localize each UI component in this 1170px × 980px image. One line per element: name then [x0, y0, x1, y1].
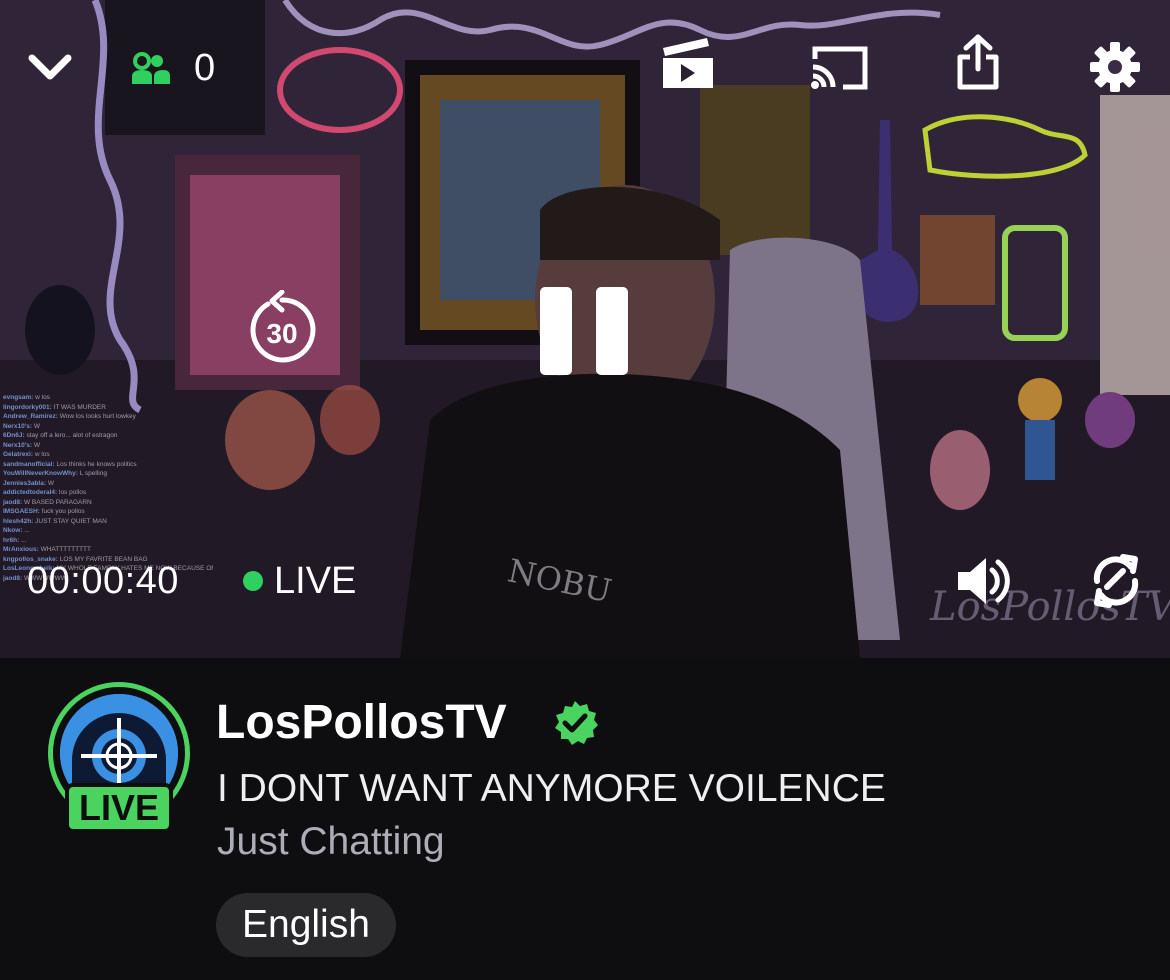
cast-icon — [811, 46, 868, 90]
chat-message: WHATTTTTTTTT — [40, 546, 91, 553]
chat-message: W — [33, 422, 40, 430]
viewer-count: 0 — [194, 47, 216, 89]
chat-line: Jennies3abla: W — [3, 479, 213, 489]
volume-icon — [958, 558, 1010, 604]
chevron-down-icon — [28, 54, 72, 80]
chat-username: Andrew_Ramirez: — [3, 413, 58, 420]
verified-badge — [551, 699, 599, 747]
chat-username: IMSGAESH: — [3, 508, 40, 515]
chat-line: Nerx10's: W — [3, 422, 213, 432]
chat-message: IT WAS MURDER — [53, 403, 106, 411]
chat-username: 6Dn6J: — [3, 432, 25, 439]
chat-username: lingordorky001: — [3, 403, 52, 411]
channel-name[interactable]: LosPollosTV — [216, 695, 507, 751]
chat-line: jaod8: W BASED PARAGARN — [3, 498, 213, 508]
playback-time: 00:00:40 — [27, 560, 179, 602]
chat-message: W — [33, 441, 40, 449]
chat-username: evngsam: — [3, 394, 34, 401]
chat-message: ... — [21, 536, 27, 544]
chat-message: L spelling — [79, 470, 107, 477]
chat-message: W BASED PARAGARN — [23, 498, 92, 506]
chat-line: hr6h: ... — [3, 536, 213, 546]
chat-username: YouWillNeverKnowWhy: — [3, 470, 78, 477]
chat-message: w los — [35, 394, 50, 401]
chat-message: fuck you pollos — [41, 508, 85, 515]
rotate-button[interactable] — [1086, 552, 1146, 610]
gear-icon — [1090, 42, 1140, 92]
chat-username: Gelatrexi: — [3, 451, 33, 458]
chat-username: Nkow: — [3, 527, 23, 534]
verified-badge-icon — [555, 701, 598, 745]
stream-category[interactable]: Just Chatting — [217, 819, 445, 865]
chat-username: addictedtoderal4: — [3, 489, 58, 496]
chat-line: sandmanofficial: Los thinks he knows pol… — [3, 460, 213, 470]
chat-message: stay off a lero... alot of estragon — [26, 432, 118, 439]
chat-message: los pollos — [59, 489, 87, 496]
live-badge: LIVE — [65, 783, 173, 833]
svg-text:30: 30 — [266, 318, 297, 349]
stream-title: I DONT WANT ANYMORE VOILENCE — [217, 767, 886, 810]
chat-username: MrAnxious: — [3, 546, 39, 553]
clip-icon — [663, 38, 713, 88]
settings-button[interactable] — [1086, 38, 1144, 96]
rewind-30-button[interactable]: 30 — [244, 290, 320, 370]
chat-username: Nerx10's: — [3, 422, 33, 430]
chat-username: hlesh42h: — [3, 517, 34, 525]
viewers-icon — [132, 52, 170, 84]
stream-chat-overlay: evngsam: w los lingordorky001: IT WAS MUR… — [3, 393, 213, 583]
live-indicator-label: LIVE — [274, 560, 357, 602]
pause-icon — [540, 287, 628, 375]
volume-button[interactable] — [954, 552, 1014, 610]
video-player[interactable]: LosPollosTV NOBU evngsam: w los lingordor… — [0, 0, 1170, 658]
chat-username: hr6h: — [3, 536, 20, 544]
chat-line: hlesh42h: JUST STAY QUIET MAN — [3, 517, 213, 527]
chat-line: Andrew_Ramirez: Wow los looks hurt lowke… — [3, 412, 213, 422]
chat-line: MrAnxious: WHATTTTTTTTT — [3, 545, 213, 555]
chat-line: evngsam: w los — [3, 393, 213, 403]
share-icon — [957, 34, 999, 90]
tag-english[interactable]: English — [216, 893, 396, 957]
chat-line: addictedtoderal4: los pollos — [3, 488, 213, 498]
rewind-30-icon: 30 — [250, 290, 316, 363]
chat-line: Nerx10's: W — [3, 441, 213, 451]
chat-message: Los thinks he knows politics — [56, 460, 137, 468]
chat-line: Gelatrexi: w los — [3, 450, 213, 460]
chat-message: W — [47, 479, 54, 487]
chat-message: JUST STAY QUIET MAN — [35, 517, 107, 525]
chat-message: Wow los looks hurt lowkey — [59, 413, 136, 420]
chat-message: w los — [34, 451, 50, 458]
chat-username: sandmanofficial: — [3, 460, 55, 468]
chat-username: Nerx10's: — [3, 441, 33, 449]
chat-username: jaod8: — [3, 574, 23, 582]
live-indicator-dot — [243, 571, 263, 591]
collapse-button[interactable] — [22, 45, 78, 89]
chat-line: lingordorky001: IT WAS MURDER — [3, 403, 213, 413]
rotate-icon — [1093, 554, 1139, 608]
viewer-count-indicator — [128, 50, 172, 88]
clip-button[interactable] — [658, 34, 716, 92]
chat-line: IMSGAESH: fuck you pollos — [3, 507, 213, 517]
chat-line: 6Dn6J: stay off a lero... alot of estrag… — [3, 431, 213, 441]
share-button[interactable] — [952, 32, 1004, 92]
cast-button[interactable] — [808, 44, 870, 92]
pause-button[interactable] — [538, 285, 630, 377]
chat-message: ... — [24, 527, 30, 534]
chat-line: YouWillNeverKnowWhy: L spelling — [3, 469, 213, 479]
chat-line: Nkow: ... — [3, 526, 213, 536]
chat-username: Jennies3abla: — [3, 479, 46, 487]
chat-username: jaod8: — [3, 498, 23, 506]
